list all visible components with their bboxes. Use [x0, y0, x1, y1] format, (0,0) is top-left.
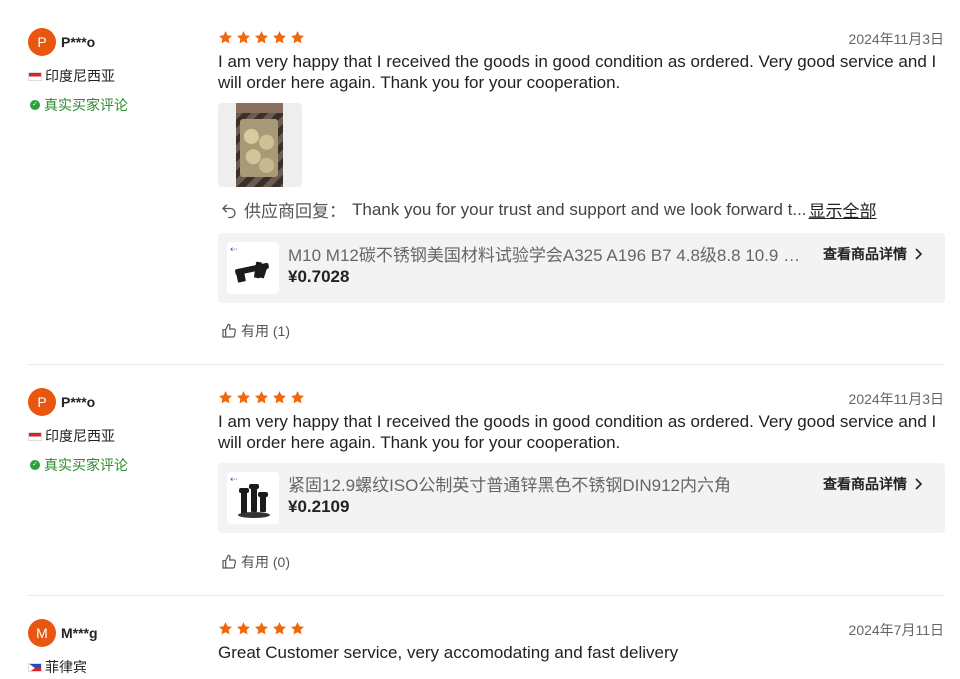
review-photo-image [236, 103, 283, 187]
product-price: ¥0.7028 [288, 267, 350, 286]
avatar[interactable]: P [28, 28, 56, 56]
product-name[interactable]: 紧固12.9螺纹ISO公制英寸普通锌黑色不锈钢DIN912内六角 [288, 471, 808, 496]
product-card[interactable]: ⇠ M10 M12碳不锈钢美国材料试验学会A325 A196 B7 4.8级8.… [218, 233, 945, 303]
review-divider [28, 595, 945, 596]
reply-label: 供应商回复： [244, 202, 346, 221]
review-text: I am very happy that I received the good… [218, 52, 937, 92]
product-card[interactable]: ⇠ 紧固12.9螺纹ISO公制英寸普通锌黑色不锈钢DIN912内六角 ¥0.21… [218, 463, 945, 533]
reviewer-country: 印度尼西亚 [28, 66, 115, 86]
country-label: 菲律宾 [45, 659, 87, 675]
star-icon [237, 31, 250, 44]
chevron-right-icon [915, 478, 923, 490]
reviewer-country: 印度尼西亚 [28, 426, 115, 446]
star-icon [273, 622, 286, 635]
star-icon [255, 391, 268, 404]
verified-badge: ✓ 真实买家评论 [28, 455, 128, 475]
avatar[interactable]: M [28, 619, 56, 647]
review-divider [28, 364, 945, 365]
star-icon [237, 622, 250, 635]
star-icon [237, 391, 250, 404]
review-text: I am very happy that I received the good… [218, 412, 937, 452]
arrow-icon: ⇠ [230, 474, 238, 484]
review-date: 2024年11月3日 [848, 31, 944, 47]
star-icon [255, 622, 268, 635]
show-all-link[interactable]: 显示全部 [809, 197, 877, 222]
flag-icon [28, 431, 42, 441]
reply-icon [222, 203, 236, 218]
review-date: 2024年11月3日 [848, 391, 944, 407]
view-product-details-link[interactable]: 查看商品详情 [823, 244, 923, 264]
helpful-button[interactable]: 有用 (1) [221, 321, 290, 341]
reviewer-country: 菲律宾 [28, 657, 87, 677]
star-icon [291, 622, 304, 635]
verified-badge: ✓ 真实买家评论 [28, 95, 128, 115]
verified-label: 真实买家评论 [44, 97, 128, 113]
product-image: ⇠ [227, 242, 279, 294]
view-product-details-link[interactable]: 查看商品详情 [823, 474, 923, 494]
star-icon [219, 622, 232, 635]
star-icon [273, 391, 286, 404]
verified-label: 真实买家评论 [44, 457, 128, 473]
avatar[interactable]: P [28, 388, 56, 416]
country-label: 印度尼西亚 [45, 68, 115, 84]
helpful-label: 有用 (0) [241, 554, 290, 570]
review-photo[interactable] [218, 103, 302, 187]
star-icon [273, 31, 286, 44]
verified-icon: ✓ [30, 100, 40, 110]
view-product-details-label: 查看商品详情 [823, 476, 907, 492]
helpful-button[interactable]: 有用 (0) [221, 552, 290, 572]
rating-stars [218, 621, 305, 636]
reviewer-name: P***o [61, 34, 96, 50]
product-name[interactable]: M10 M12碳不锈钢美国材料试验学会A325 A196 B7 4.8级8.8 … [288, 241, 808, 266]
star-icon [291, 391, 304, 404]
star-icon [255, 31, 268, 44]
flag-icon [28, 662, 42, 672]
rating-stars [218, 390, 305, 405]
supplier-reply: 供应商回复： Thank you for your trust and supp… [220, 197, 940, 222]
reply-text: Thank you for your trust and support and… [352, 199, 807, 219]
star-icon [219, 391, 232, 404]
thumbs-up-icon [222, 554, 236, 569]
chevron-right-icon [915, 248, 923, 260]
reviewer-name: M***g [61, 625, 98, 641]
verified-icon: ✓ [30, 460, 40, 470]
country-label: 印度尼西亚 [45, 428, 115, 444]
rating-stars [218, 30, 305, 45]
star-icon [291, 31, 304, 44]
product-image: ⇠ [227, 472, 279, 524]
flag-icon [28, 71, 42, 81]
review-text: Great Customer service, very accomodatin… [218, 643, 679, 662]
thumbs-up-icon [222, 323, 236, 338]
view-product-details-label: 查看商品详情 [823, 246, 907, 262]
star-icon [219, 31, 232, 44]
arrow-icon: ⇠ [230, 244, 238, 254]
review-date: 2024年7月11日 [848, 622, 944, 638]
helpful-label: 有用 (1) [241, 323, 290, 339]
product-price: ¥0.2109 [288, 497, 350, 516]
reviewer-name: P***o [61, 394, 96, 410]
